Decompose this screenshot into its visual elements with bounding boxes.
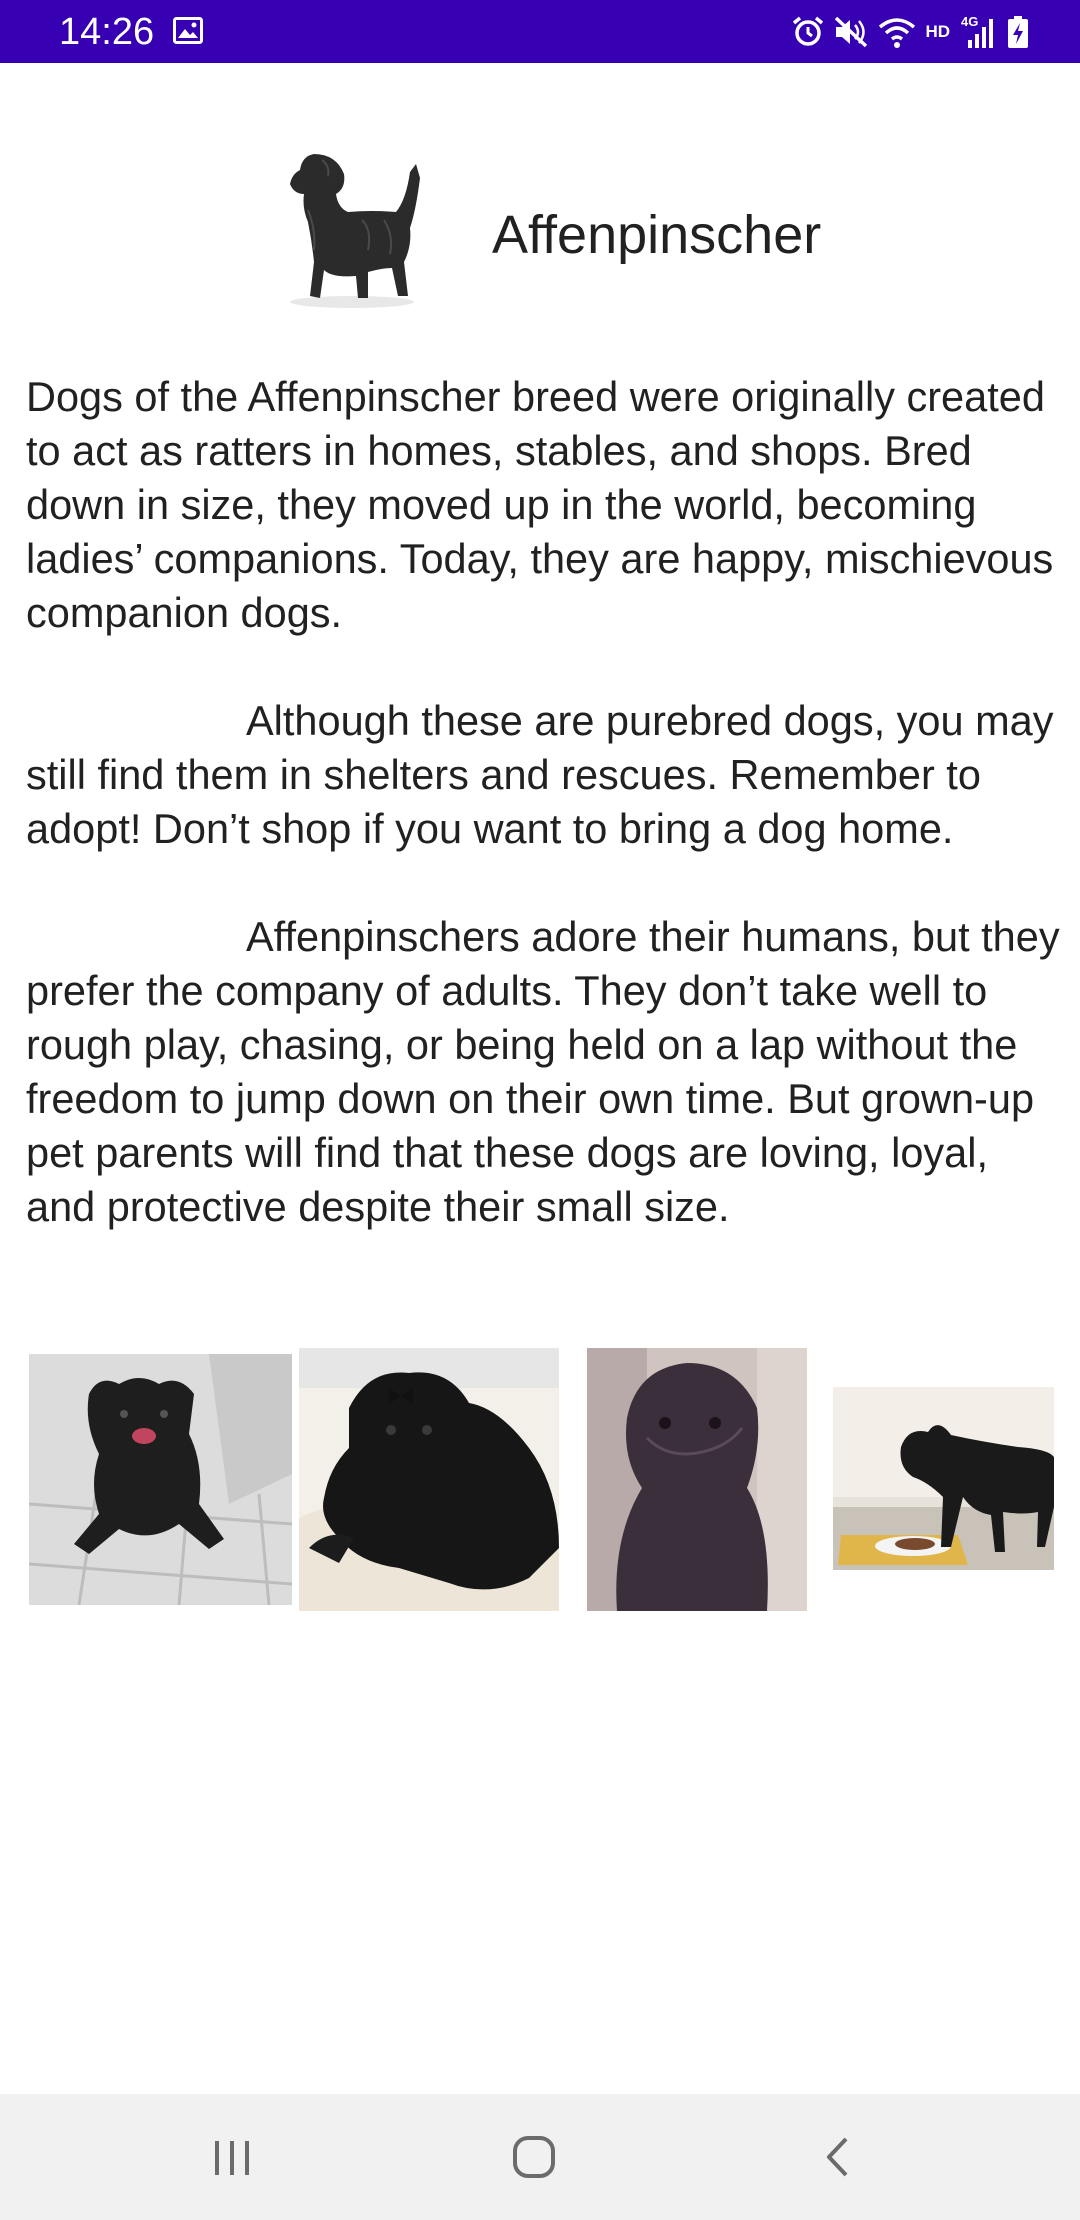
home-icon [513, 2136, 555, 2178]
network-hd-label: HD [925, 22, 950, 41]
navigation-bar [0, 2094, 1080, 2220]
alarm-icon [793, 16, 824, 46]
gallery-icon [173, 17, 203, 44]
description-paragraph-1: Dogs of the Affenpinscher breed were ori… [26, 373, 1054, 636]
status-time: 14:26 [59, 11, 155, 53]
description-paragraph-2-wrap: Although these are purebred dogs, you ma… [26, 694, 1062, 856]
page-title: Affenpinscher [492, 205, 822, 265]
dog-silhouette-image [290, 154, 420, 308]
back-icon [827, 2137, 848, 2177]
wifi-icon [879, 18, 916, 48]
dog-with-food-photo [833, 1387, 1054, 1570]
home-button[interactable] [494, 2120, 574, 2194]
recents-icon [215, 2141, 249, 2175]
dog-with-bow-photo [299, 1348, 559, 1611]
status-bar: 14:26 HD 4G [0, 0, 1080, 63]
recents-button[interactable] [192, 2120, 272, 2194]
description-paragraph-3-wrap: Affenpinschers adore their humans, but t… [26, 910, 1062, 1234]
battery-icon [1008, 16, 1028, 48]
signal-icon: 4G [961, 14, 993, 48]
dog-on-tiles-photo [29, 1354, 292, 1605]
dog-sitting-photo [587, 1348, 807, 1611]
description-paragraph-3: Affenpinschers adore their humans, but t… [26, 913, 1060, 1230]
mute-icon [835, 16, 868, 48]
back-button[interactable] [797, 2120, 877, 2194]
status-icons: HD 4G [791, 12, 1030, 52]
network-type-label: 4G [961, 14, 978, 29]
breed-description: Dogs of the Affenpinscher breed were ori… [26, 370, 1062, 1234]
description-paragraph-2: Although these are purebred dogs, you ma… [26, 697, 1054, 852]
